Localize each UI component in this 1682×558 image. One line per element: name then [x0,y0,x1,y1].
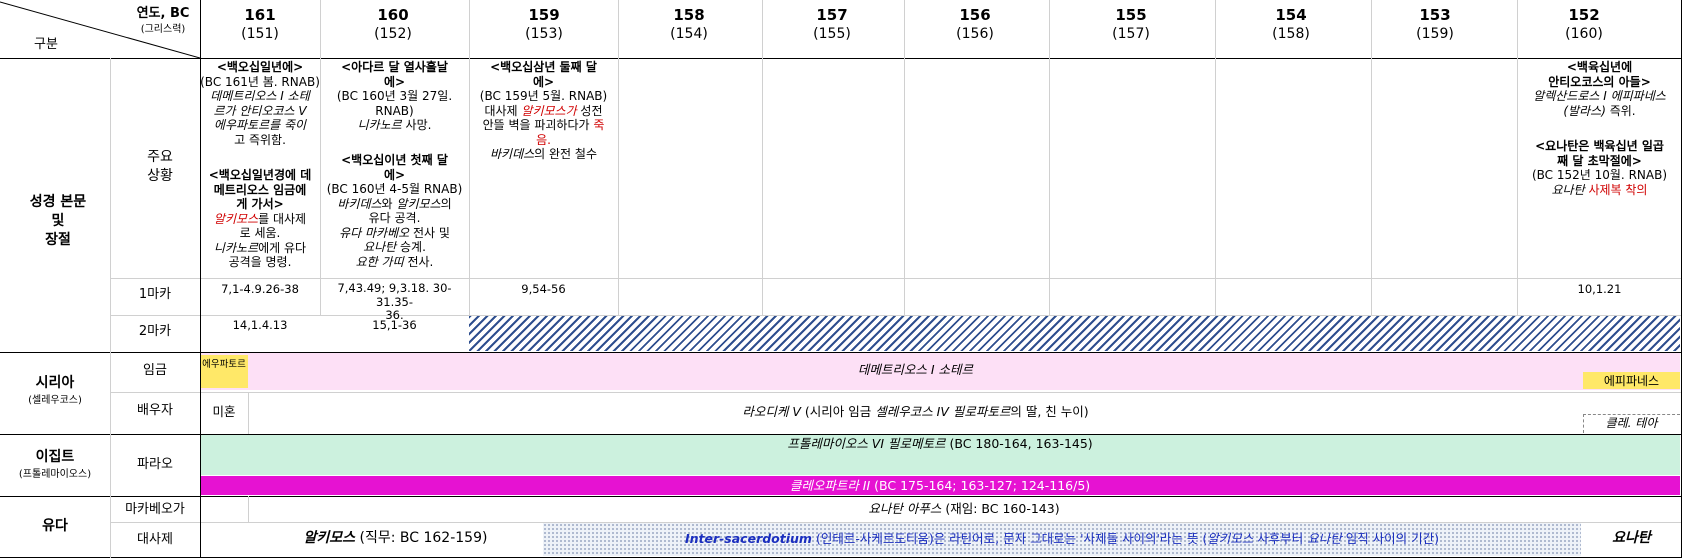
section-egypt: 이집트 (프톨레마이오스) [18,449,92,480]
grid-line [0,434,1682,435]
ref-1mac-159: 9,54-56 [521,282,566,296]
king-eupator: 에우파토르 [202,359,246,370]
pharaoh-ptolemy: 프톨레마이오스 VI 필로메토르 (BC 180-164, 163-145) [787,436,1093,451]
spouse-cleo-thea: 클레. 테아 [1605,416,1658,430]
label-2mac: 2마카 [138,324,172,339]
spouse-unmarried: 미혼 [212,404,236,419]
ref-2mac-160: 15,1-36 [372,318,417,332]
event-152-jonathan: <요나탄은 백육십년 일곱 째 달 초막절에> (BC 152년 10월. RN… [1531,139,1668,197]
label-high-priest: 대사제 [137,532,173,547]
event-159-alkimos-death: <백오십삼년 둘째 달 에> (BC 159년 5월. RNAB) 대사제 알키… [479,60,608,161]
year-153: 153 (159) [1416,6,1454,42]
year-154: 154 (158) [1272,6,1310,42]
label-spouse: 배우자 [137,403,173,418]
grid-line [1215,0,1216,316]
grid-line [0,496,1682,497]
king-demetrius: 데메트리오스 I 소테르 [857,362,974,377]
priest-alkimos: 알키모스 (직무: BC 162-159) [303,530,488,546]
grid-line [0,58,1682,59]
label-main-situation: 주요 상황 [147,149,173,184]
grid-line [1049,0,1050,316]
priest-intersacerdotium: Inter-sacerdotium (인테르-사케르도티움)은 라틴어로, 문자… [684,531,1440,546]
year-156: 156 (156) [956,6,994,42]
header-category: 구분 [34,37,58,52]
event-161-accession: <백오십일년에> (BC 161년 봄. RNAB) 데메트리오스 I 소테 르… [200,60,320,147]
section-bible: 성경 본문 및 장절 [29,194,87,248]
grid-line [110,522,1682,523]
priest-jonathan: 요나탄 [1612,530,1651,546]
maccabee-jonathan: 요나탄 아푸스 (재임: BC 160-143) [868,501,1060,516]
label-1mac: 1마카 [138,287,172,302]
ref-1mac-161: 7,1-4.9.26-38 [221,282,299,296]
year-160: 160 (152) [374,6,412,42]
grid-line [110,58,111,558]
grid-line [110,392,1682,393]
grid-line [762,0,763,316]
grid-line [904,0,905,316]
event-160-nicanor: <아다르 달 열사흘날 에> (BC 160년 3월 27일. RNAB) 니카… [336,60,453,132]
grid-line [0,352,1682,353]
label-king: 임금 [143,363,167,378]
grid-line [1371,0,1372,316]
grid-line [110,278,1682,279]
chronology-table: 구분 연도, BC (그리스력) 161 (151) 160 (152) 159 (1… [0,0,1682,558]
event-152-balas: <백육십년에 안티오코스의 아들> 알렉산드로스 I 에피파네스 (발라스) 즉… [1533,60,1666,118]
grid-line [618,0,619,316]
section-judah: 유다 [42,518,68,534]
event-160-judas: <백오십이년 첫째 달 에> (BC 160년 4-5월 RNAB) 바키데스와… [326,153,463,269]
label-maccabee: 마카베오가 [125,502,185,517]
year-155: 155 (157) [1112,6,1150,42]
mac2-hatched-area [469,316,1680,351]
pharaoh-cleopatra: 클레오파트라 II (BC 175-164; 163-127; 124-116/… [789,478,1091,493]
year-157: 157 (155) [813,6,851,42]
year-152: 152 (160) [1565,6,1603,42]
ref-1mac-160: 7,43.49; 9,3.18. 30-31.35- 36. [337,281,452,322]
year-159: 159 (153) [525,6,563,42]
event-161-alkimos: <백오십일년경에 데 메트리오스 임금에 게 가서> 알키모스를 대사제 로 세… [208,168,312,269]
spouse-laodike: 라오디케 V (시리아 임금 셀레우코스 IV 필로파토르의 딸, 친 누이) [742,404,1089,419]
label-pharaoh: 파라오 [137,457,173,472]
king-epiphanes: 에피파네스 [1603,374,1660,388]
ref-2mac-161: 14,1.4.13 [232,318,288,332]
ref-1mac-152: 10,1.21 [1577,282,1622,296]
section-syria: 시리아 (셀레우코스) [28,375,82,406]
year-158: 158 (154) [670,6,708,42]
